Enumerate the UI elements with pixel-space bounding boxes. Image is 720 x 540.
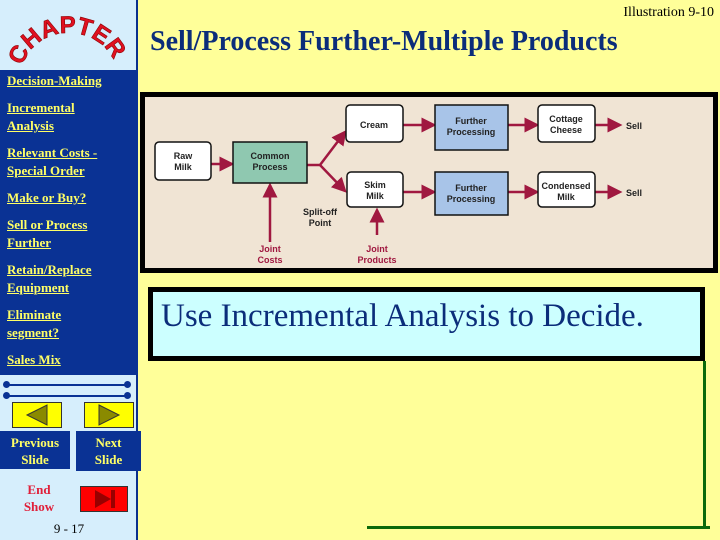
nav-relevant-costs[interactable]: Relevant Costs - Special Order: [7, 144, 138, 180]
label: Cheese: [550, 125, 582, 135]
process-diagram: Raw Milk Common Process Cream Skim Milk …: [140, 92, 718, 273]
label: Further: [455, 183, 487, 193]
sidebar: CHAPTER Decision-Making Incremental Anal…: [0, 0, 141, 540]
end-show-link[interactable]: End Show: [14, 481, 64, 515]
next-slide-link[interactable]: Next Slide: [76, 431, 141, 471]
label: Common: [251, 151, 290, 161]
label: Cream: [360, 120, 388, 130]
svg-text:CHAPTER: CHAPTER: [3, 12, 131, 69]
label: Split-off: [303, 207, 338, 217]
label: Joint: [366, 244, 388, 254]
label: Joint: [259, 244, 281, 254]
nav-retain-replace[interactable]: Retain/Replace Equipment: [7, 261, 138, 297]
divider: [3, 381, 131, 388]
label: Products: [357, 255, 396, 265]
label: Milk: [366, 191, 384, 201]
label: Processing: [447, 194, 496, 204]
illustration-label: Illustration 9-10: [623, 5, 714, 20]
decor-line: [703, 361, 706, 529]
next-button[interactable]: [84, 402, 134, 428]
skip-end-icon: [95, 490, 115, 508]
raw-milk-box: [154, 141, 212, 181]
label: Raw: [174, 151, 194, 161]
chapter-nav: Decision-Making Incremental Analysis Rel…: [0, 70, 138, 375]
triangle-right-icon: [98, 404, 121, 426]
label: Skim: [364, 180, 386, 190]
label: Milk: [557, 192, 575, 202]
label: Further: [455, 116, 487, 126]
label: Milk: [174, 162, 192, 172]
label: Process: [252, 162, 287, 172]
label: Condensed: [541, 181, 590, 191]
label: Processing: [447, 127, 496, 137]
page-number: 9 - 17: [53, 521, 85, 536]
main-text-box: Use Incremental Analysis to Decide.: [148, 287, 705, 361]
decor-line: [367, 526, 710, 529]
nav-eliminate-segment[interactable]: Eliminate segment?: [7, 306, 138, 342]
previous-slide-link[interactable]: Previous Slide: [0, 431, 70, 469]
label: Cottage: [549, 114, 583, 124]
main-text: Use Incremental Analysis to Decide.: [161, 298, 644, 334]
page-title: Sell/Process Further-Multiple Products: [150, 26, 618, 57]
label: Sell: [626, 188, 642, 198]
nav-decision-making[interactable]: Decision-Making: [7, 72, 138, 90]
label: Point: [309, 218, 332, 228]
label: Costs: [257, 255, 282, 265]
nav-make-or-buy[interactable]: Make or Buy?: [7, 189, 138, 207]
chapter-logo: CHAPTER: [3, 11, 132, 69]
arrow: [307, 130, 347, 167]
triangle-left-icon: [25, 404, 48, 426]
arrow: [319, 164, 347, 193]
end-show-button[interactable]: [80, 486, 128, 512]
nav-sales-mix[interactable]: Sales Mix: [7, 351, 138, 369]
previous-button[interactable]: [12, 402, 62, 428]
divider: [3, 392, 131, 399]
nav-sell-or-process[interactable]: Sell or Process Further: [7, 216, 138, 252]
label: Sell: [626, 121, 642, 131]
nav-incremental-analysis[interactable]: Incremental Analysis: [7, 99, 138, 135]
